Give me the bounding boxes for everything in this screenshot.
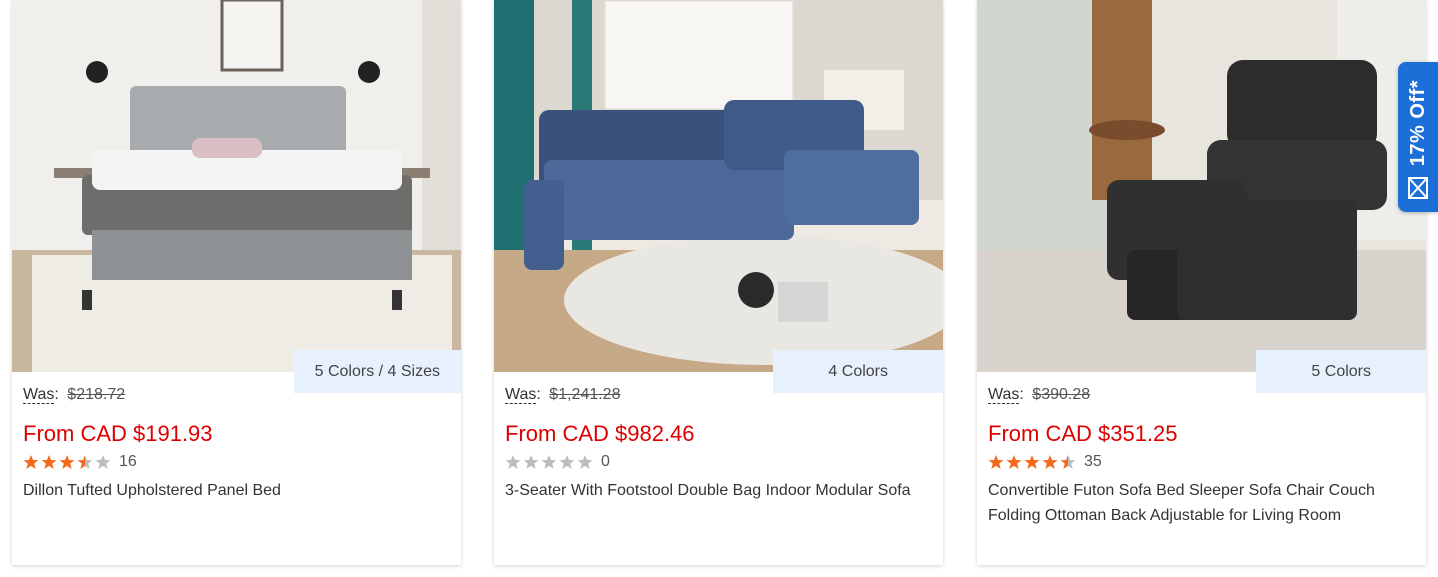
review-count: 35 [1084,453,1102,470]
variant-badge[interactable]: 4 Colors [773,350,943,393]
star-rating [23,454,111,470]
product-title[interactable]: Convertible Futon Sofa Bed Sleeper Sofa … [988,478,1408,528]
star-icon [77,455,93,469]
was-price: $390.28 [1032,386,1091,403]
sale-price: From CAD $191.93 [23,421,213,446]
product-card[interactable]: 4 Colors Was: $1,241.28 From CAD $982.46… [494,0,943,565]
star-icon [41,455,57,469]
product-title[interactable]: Dillon Tufted Upholstered Panel Bed [23,478,443,503]
promo-label: 17% Off* [1406,79,1429,166]
was-label: Was [23,386,55,404]
star-icon [523,455,539,469]
star-icon [1006,455,1022,469]
star-icon [1024,455,1040,469]
star-icon [505,455,521,469]
was-price: $218.72 [67,386,126,403]
rating[interactable]: 16 [23,452,137,472]
star-icon [23,455,39,469]
was-price-line: Was: $218.72 [23,386,126,404]
review-count: 16 [119,453,137,470]
product-image-sofa[interactable] [494,0,943,372]
star-icon [59,455,75,469]
sale-price: From CAD $351.25 [988,421,1178,446]
review-count: 0 [601,453,610,470]
was-price-line: Was: $390.28 [988,386,1091,404]
sale-price: From CAD $982.46 [505,421,695,446]
product-card[interactable]: 5 Colors Was: $390.28 From CAD $351.25 3… [977,0,1426,565]
product-title[interactable]: 3-Seater With Footstool Double Bag Indoo… [505,478,925,503]
star-icon [1042,455,1058,469]
star-rating [988,454,1076,470]
product-card[interactable]: 5 Colors / 4 Sizes Was: $218.72 From CAD… [12,0,461,565]
product-image-futon[interactable] [977,0,1426,372]
star-icon [577,455,593,469]
star-icon [95,455,111,469]
rating[interactable]: 0 [505,452,610,472]
was-price-line: Was: $1,241.28 [505,386,621,404]
star-icon [988,455,1004,469]
star-icon [559,455,575,469]
variant-badge[interactable]: 5 Colors [1256,350,1426,393]
was-label: Was [988,386,1020,404]
variant-badge[interactable]: 5 Colors / 4 Sizes [293,350,461,393]
star-icon [1060,455,1076,469]
product-image-bed[interactable] [12,0,461,372]
rating[interactable]: 35 [988,452,1102,472]
discount-promo-tab[interactable]: 17% Off* [1398,62,1438,212]
envelope-icon [1407,176,1429,200]
star-icon [541,455,557,469]
was-label: Was [505,386,537,404]
product-grid: 5 Colors / 4 Sizes Was: $218.72 From CAD… [0,0,1438,577]
star-rating [505,454,593,470]
was-price: $1,241.28 [549,386,621,403]
